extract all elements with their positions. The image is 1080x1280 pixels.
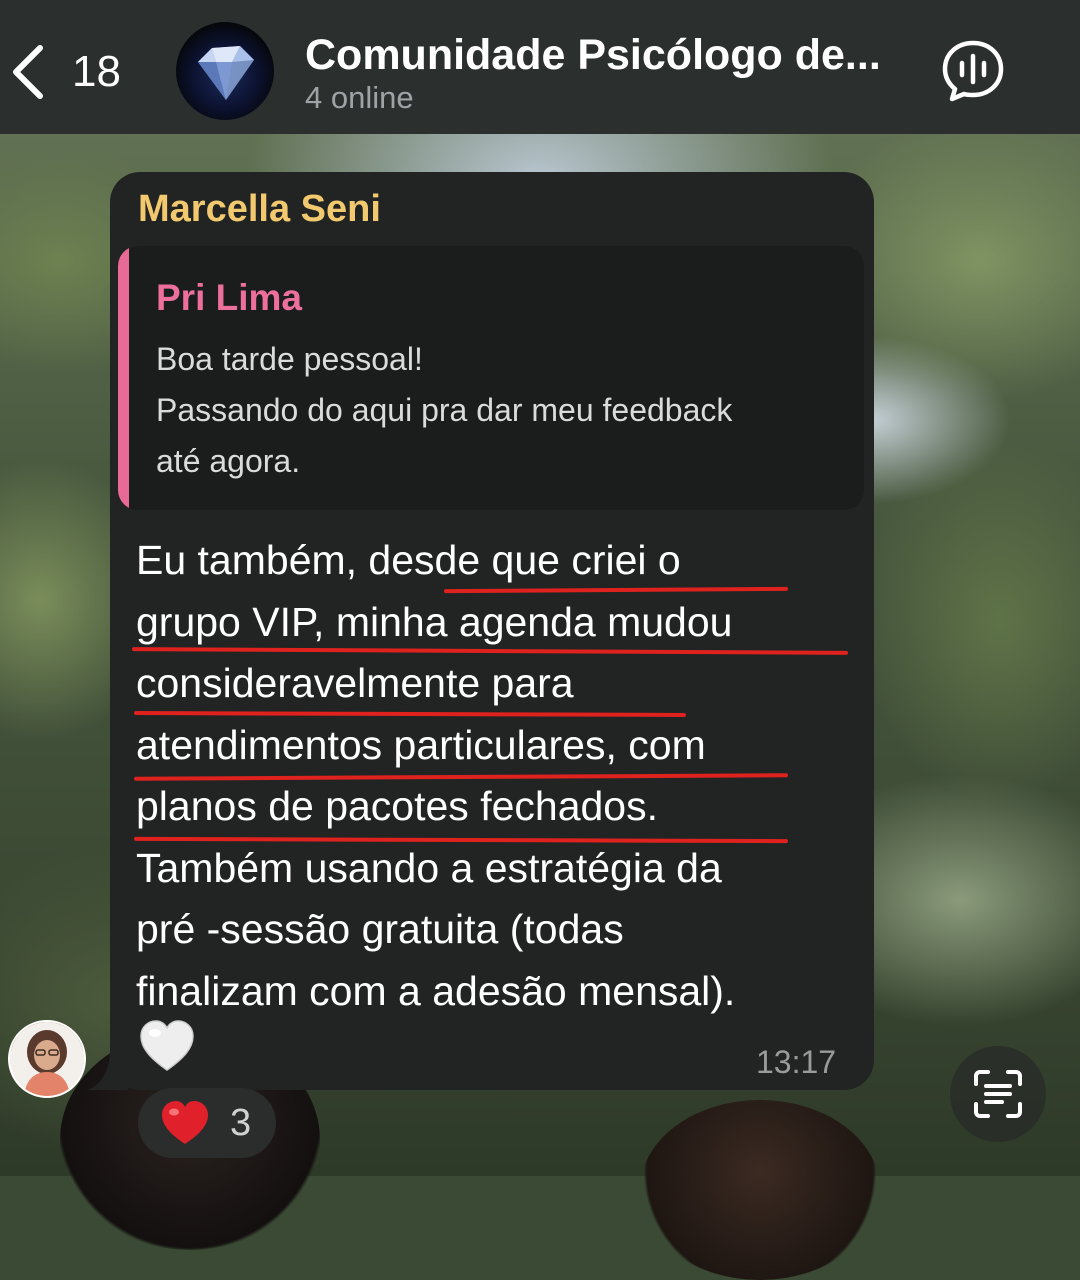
group-avatar[interactable] xyxy=(176,22,274,120)
quote-bar xyxy=(118,246,129,510)
group-title[interactable]: Comunidade Psicólogo de... xyxy=(305,30,881,80)
reply-line: até agora. xyxy=(156,443,301,479)
live-text-button[interactable] xyxy=(950,1046,1046,1142)
sender-avatar[interactable] xyxy=(8,1020,86,1098)
message-line: planos de pacotes fechados. xyxy=(136,783,658,829)
white-heart-icon xyxy=(140,1020,194,1071)
reply-text: Boa tarde pessoal! Passando do aqui pra … xyxy=(156,334,856,487)
unread-count: 18 xyxy=(72,47,121,96)
message-line: Eu também, desde que criei o xyxy=(136,537,681,583)
red-heart-icon xyxy=(162,1101,208,1144)
message-line: finalizam com a adesão mensal). xyxy=(136,967,736,1014)
reply-line: Boa tarde pessoal! xyxy=(156,341,423,377)
reaction-count: 3 xyxy=(230,1102,252,1144)
reply-line: Passando do aqui pra dar meu feedback xyxy=(156,392,733,428)
message-time: 13:17 xyxy=(756,1044,837,1080)
voice-chat-button[interactable] xyxy=(940,38,1006,104)
message-line: grupo VIP, minha agenda mudou xyxy=(136,598,733,645)
sender-name[interactable]: Marcella Seni xyxy=(138,186,381,232)
message-line: Também usando a estratégia da xyxy=(136,844,722,891)
avatar-photo xyxy=(10,1022,84,1096)
reply-quote[interactable]: Pri Lima Boa tarde pessoal! Passando do … xyxy=(118,246,864,510)
chevron-left-icon xyxy=(10,44,46,100)
reply-author: Pri Lima xyxy=(156,277,302,318)
voice-chat-icon xyxy=(942,40,1004,102)
online-status: 4 online xyxy=(305,80,414,115)
message-line: atendimentos particulares, com xyxy=(136,721,706,768)
chat-header: 18 Comunidade Psicólogo de... 4 online xyxy=(0,0,1080,134)
message-line: pré -sessão gratuita (todas xyxy=(136,906,624,952)
live-text-icon xyxy=(974,1070,1022,1118)
reaction-pill[interactable]: 3 xyxy=(138,1088,276,1158)
message-line: consideravelmente para xyxy=(136,660,574,706)
back-button[interactable]: 18 xyxy=(10,40,121,104)
diamond-icon xyxy=(198,46,254,100)
